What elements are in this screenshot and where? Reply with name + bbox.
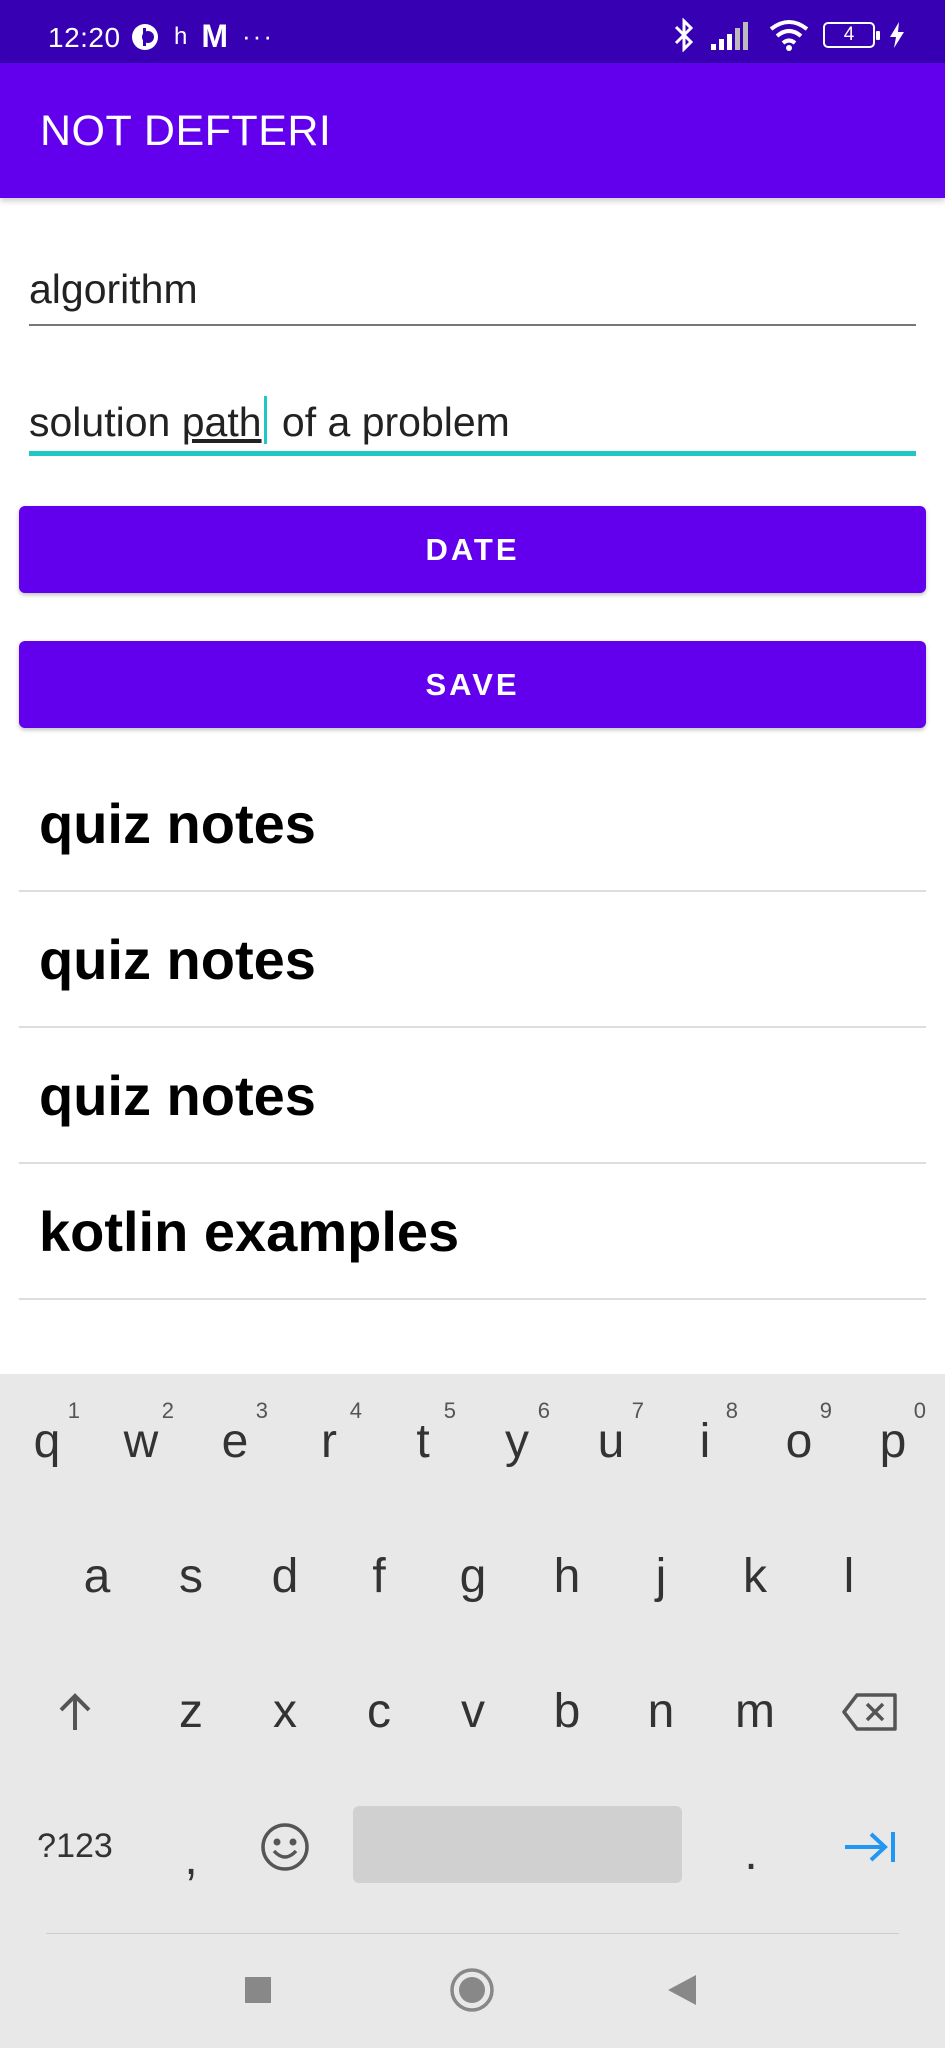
key-p[interactable]: p0 — [846, 1374, 940, 1509]
home-circle-icon — [450, 1968, 494, 2012]
key-q[interactable]: q1 — [0, 1374, 94, 1509]
status-time: 12:20 — [48, 22, 121, 53]
home-button[interactable] — [442, 1960, 502, 2020]
notes-list: quiz notes quiz notes quiz notes kotlin … — [19, 756, 926, 1300]
note-title-underline — [29, 324, 916, 326]
list-item[interactable]: kotlin examples — [19, 1164, 926, 1300]
more-notifications-icon: ··· — [242, 21, 274, 51]
charging-icon — [890, 22, 904, 48]
key-f[interactable]: f — [332, 1509, 426, 1644]
list-item[interactable]: quiz notes — [19, 892, 926, 1028]
key-y[interactable]: y6 — [470, 1374, 564, 1509]
key-u[interactable]: u7 — [564, 1374, 658, 1509]
bluetooth-icon — [674, 18, 694, 52]
note-description-input[interactable]: solution path of a problem — [29, 392, 916, 456]
keyboard-row-2: a s d f g h j k l — [0, 1509, 945, 1644]
key-e[interactable]: e3 — [188, 1374, 282, 1509]
app-title: NOT DEFTERI — [40, 107, 332, 155]
key-s[interactable]: s — [144, 1509, 238, 1644]
note-title-input[interactable]: algorithm — [29, 262, 916, 326]
keyboard-row-1: q1 w2 e3 r4 t5 y6 u7 i8 o9 p0 — [0, 1374, 945, 1509]
battery-level: 4 — [843, 24, 855, 45]
app-bar: NOT DEFTERI — [0, 63, 945, 198]
next-field-icon — [845, 1831, 895, 1862]
key-j[interactable]: j — [614, 1509, 708, 1644]
key-n[interactable]: n — [614, 1644, 708, 1779]
key-t[interactable]: t5 — [376, 1374, 470, 1509]
key-period[interactable]: . — [704, 1779, 798, 1914]
emoji-key[interactable] — [238, 1779, 332, 1914]
app-notification-icon — [132, 23, 158, 50]
key-h[interactable]: h — [520, 1509, 614, 1644]
key-g[interactable]: g — [426, 1509, 520, 1644]
note-title-value: algorithm — [29, 266, 198, 312]
gmail-notification-icon: M — [201, 18, 229, 54]
emoji-icon — [261, 1822, 309, 1871]
backspace-key[interactable] — [820, 1644, 920, 1779]
key-i[interactable]: i8 — [658, 1374, 752, 1509]
key-o[interactable]: o9 — [752, 1374, 846, 1509]
status-bar: 12:20 h M ··· 4 — [0, 0, 945, 63]
battery-icon: 4 — [823, 22, 880, 48]
h-notification-icon: h — [174, 22, 188, 50]
symbols-key[interactable]: ?123 — [20, 1779, 130, 1914]
status-system-icons: 4 — [671, 18, 905, 52]
status-notification-icons: h M ··· — [130, 18, 274, 55]
save-button[interactable]: SAVE — [19, 641, 926, 728]
key-k[interactable]: k — [708, 1509, 802, 1644]
note-description-value: solution path of a problem — [29, 396, 510, 446]
space-key[interactable] — [353, 1806, 682, 1883]
list-item[interactable]: quiz notes — [19, 1028, 926, 1164]
key-c[interactable]: c — [332, 1644, 426, 1779]
recents-button[interactable] — [228, 1960, 288, 2020]
square-icon — [245, 1977, 271, 2003]
keyboard-row-3: z x c v b n m — [0, 1644, 945, 1779]
list-item[interactable]: quiz notes — [19, 756, 926, 892]
key-b[interactable]: b — [520, 1644, 614, 1779]
key-l[interactable]: l — [802, 1509, 896, 1644]
key-z[interactable]: z — [144, 1644, 238, 1779]
back-triangle-icon — [668, 1975, 696, 2005]
composing-word: path — [181, 399, 262, 445]
note-description-underline — [29, 451, 916, 456]
backspace-icon — [842, 1692, 897, 1731]
text-cursor — [263, 396, 267, 444]
key-m[interactable]: m — [708, 1644, 802, 1779]
wifi-icon — [769, 20, 809, 51]
navigation-bar — [0, 1930, 945, 2048]
shift-key[interactable] — [27, 1644, 123, 1779]
date-button[interactable]: DATE — [19, 506, 926, 593]
key-x[interactable]: x — [238, 1644, 332, 1779]
shift-arrow-icon — [59, 1692, 91, 1730]
key-v[interactable]: v — [426, 1644, 520, 1779]
key-r[interactable]: r4 — [282, 1374, 376, 1509]
signal-icon — [711, 22, 748, 50]
key-d[interactable]: d — [238, 1509, 332, 1644]
key-a[interactable]: a — [50, 1509, 144, 1644]
next-key[interactable] — [820, 1779, 920, 1914]
key-comma[interactable]: , — [144, 1779, 238, 1914]
keyboard-row-4: ?123 , . — [0, 1779, 945, 1914]
key-w[interactable]: w2 — [94, 1374, 188, 1509]
back-button[interactable] — [652, 1960, 712, 2020]
